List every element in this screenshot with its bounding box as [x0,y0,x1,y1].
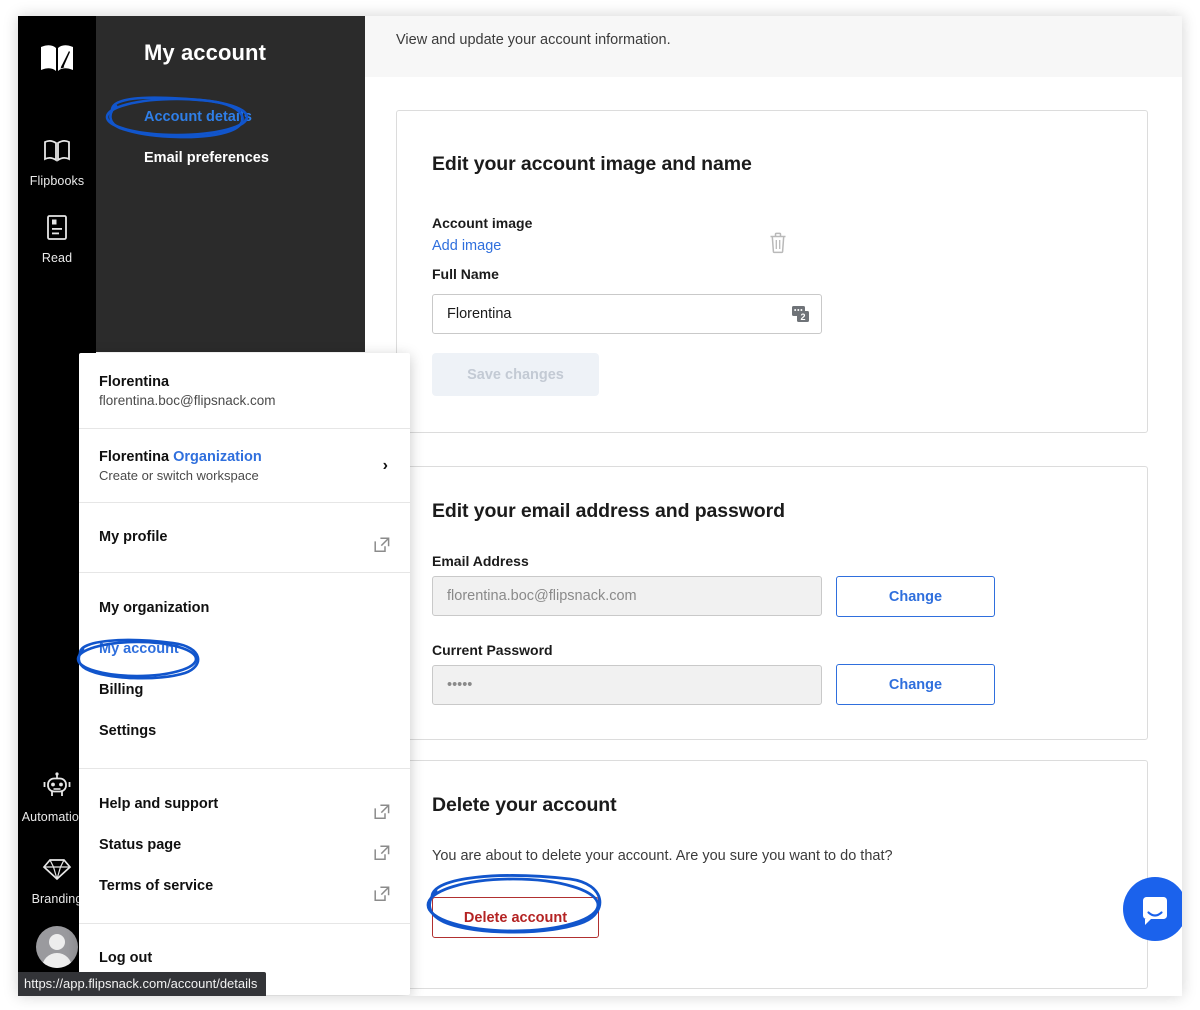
rail-item-flipbooks[interactable]: Flipbooks [18,138,96,188]
save-changes-button[interactable]: Save changes [432,353,599,396]
menu-group-nav: My organization My account Billing Setti… [79,573,410,768]
document-lines-icon [18,214,96,246]
trash-icon[interactable] [768,231,788,259]
menu-item-label: Status page [99,837,182,853]
flipsnack-book-logo-icon[interactable] [39,42,75,76]
menu-item-terms-of-service[interactable]: Terms of service [79,866,410,907]
intercom-chat-icon[interactable] [1123,877,1182,941]
menu-group-external: Help and support Status page Terms of se… [79,769,410,923]
menu-account-header: Florentina florentina.boc@flipsnack.com [79,353,410,428]
account-subnav-panel: My account Account details Email prefere… [96,16,365,352]
screenshot-root: Flipbooks Read Automations Branding My a… [0,0,1200,1010]
card-account-image-name: Edit your account image and name Account… [396,110,1148,433]
external-link-icon [374,878,390,919]
menu-item-settings[interactable]: Settings [79,711,410,752]
menu-account-name: Florentina [99,374,170,390]
menu-account-email: florentina.boc@flipsnack.com [99,393,276,408]
menu-group-profile: My profile [79,503,410,572]
menu-item-my-profile[interactable]: My profile [79,517,410,558]
robot-icon: 6 [42,768,101,805]
menu-item-label: Help and support [99,796,219,812]
browser-status-url: https://app.flipsnack.com/account/detail… [18,972,267,996]
current-password-input[interactable] [432,665,822,705]
rail-item-read[interactable]: Read [18,214,96,265]
email-address-input[interactable] [432,576,822,616]
page-title: My account [144,40,267,65]
add-image-link[interactable]: Add image [432,238,501,254]
menu-item-billing[interactable]: Billing [79,670,410,711]
menu-item-label: Terms of service [99,878,214,894]
sidebar-item-email-preferences[interactable]: Email preferences [144,150,269,166]
avatar-body [42,953,72,968]
menu-organization-subtitle: Create or switch workspace [99,468,259,483]
page-subtitle: View and update your account information… [396,32,671,48]
card-title: Delete your account [432,794,617,816]
svg-text:2: 2 [800,312,805,322]
menu-organization-tag: Organization [173,449,262,465]
rail-item-label: Read [41,251,73,265]
full-name-input[interactable] [432,294,822,334]
avatar-head [49,934,65,950]
sidebar-item-account-details[interactable]: Account details [144,109,252,125]
card-email-password: Edit your email address and password Ema… [396,466,1148,740]
card-title: Edit your account image and name [432,153,752,175]
delete-account-button[interactable]: Delete account [432,897,599,938]
main-header-bar: View and update your account information… [365,16,1182,77]
menu-item-status-page[interactable]: Status page [79,825,410,866]
password-manager-icon[interactable]: 2 [791,304,811,329]
menu-item-label: My profile [99,529,168,545]
avatar[interactable] [36,926,78,968]
card-title: Edit your email address and password [432,500,785,522]
chevron-right-icon: › [382,456,388,474]
rail-item-label: Flipbooks [29,174,85,188]
full-name-label: Full Name [432,266,499,282]
current-password-label: Current Password [432,642,553,658]
open-book-icon [18,138,96,169]
delete-account-description: You are about to delete your account. Ar… [432,848,893,864]
account-image-label: Account image [432,215,533,231]
account-dropdown-menu: Florentina florentina.boc@flipsnack.com … [79,353,410,995]
flipsnack-app-window: Flipbooks Read Automations Branding My a… [18,16,1182,996]
card-delete-account: Delete your account You are about to del… [396,760,1148,989]
menu-organization-line: Florentina Organization [99,449,390,465]
email-address-label: Email Address [432,553,529,569]
main-content: View and update your account information… [365,16,1182,996]
menu-item-organization-switcher[interactable]: Florentina Organization Create or switch… [79,429,410,502]
change-password-button[interactable]: Change [836,664,995,705]
external-link-icon [374,529,390,570]
menu-item-my-account[interactable]: My account [79,629,410,670]
menu-item-my-organization[interactable]: My organization [79,588,410,629]
menu-organization-name: Florentina [99,449,170,465]
menu-item-help-and-support[interactable]: Help and support [79,784,410,825]
change-email-button[interactable]: Change [836,576,995,617]
